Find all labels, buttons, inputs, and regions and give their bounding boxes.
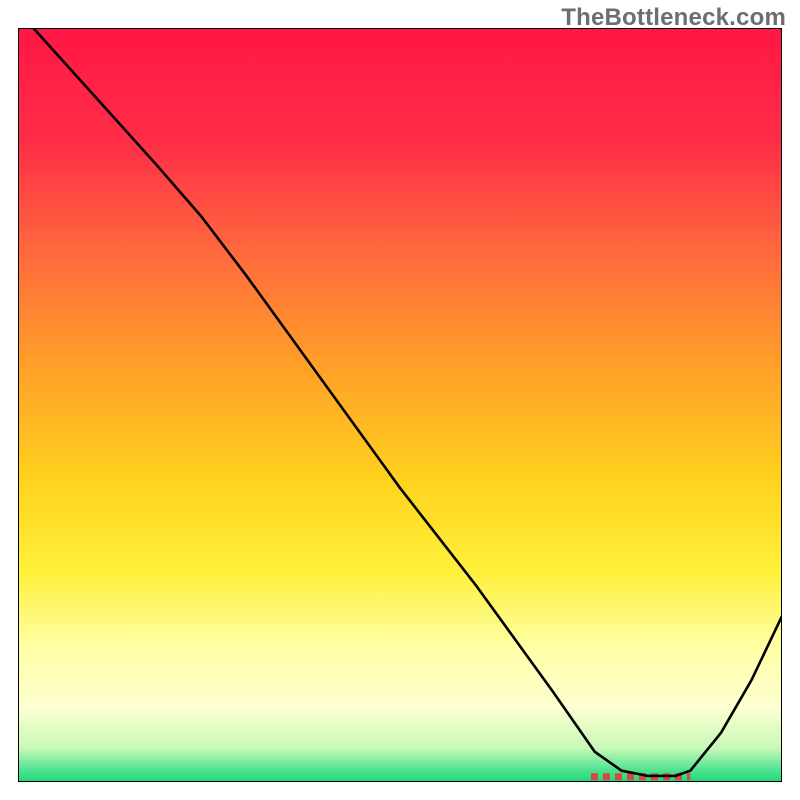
- watermark-label: TheBottleneck.com: [561, 4, 786, 32]
- plot-background: [18, 28, 782, 782]
- chart-container: TheBottleneck.com: [0, 0, 800, 800]
- chart-svg: [18, 28, 782, 782]
- chart-plot-area: [18, 28, 782, 782]
